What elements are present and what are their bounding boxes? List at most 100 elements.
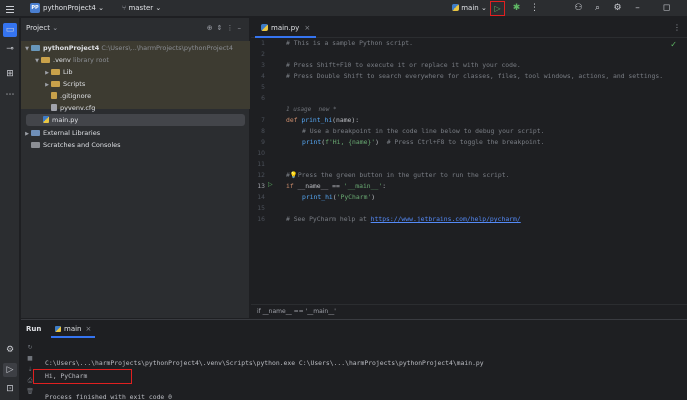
chevron-down-icon[interactable]: ⌄ [52, 24, 58, 32]
more-actions-icon[interactable]: ⋮ [527, 1, 542, 16]
debug-icon[interactable]: ✱ [509, 1, 524, 16]
rerun-icon[interactable]: ↻ [24, 342, 36, 353]
folder-icon [51, 69, 60, 75]
branch-name: master [128, 4, 154, 12]
folder-icon [31, 45, 40, 51]
console-line-exit: Process finished with exit code 0 [45, 393, 172, 400]
stop-icon[interactable]: ■ [24, 353, 36, 364]
run-config-name: main [461, 4, 479, 12]
line-number: 2 [261, 51, 265, 58]
console-line-command: C:\Users\...\harmProjects\pythonProject4… [45, 359, 484, 367]
config-file-icon [51, 104, 57, 111]
chevron-down-icon: ⌄ [155, 4, 162, 12]
folder-icon [41, 57, 50, 63]
tab-main-py[interactable]: main.py × [255, 18, 317, 38]
run-tool-icon[interactable]: ▷ [3, 363, 17, 377]
python-icon [452, 4, 459, 11]
terminal-icon[interactable]: ⊡ [3, 382, 17, 396]
code-text: (name): [332, 116, 360, 124]
tree-item-scratches[interactable]: Scratches and Consoles [23, 139, 248, 151]
line-number: 13 [257, 183, 265, 190]
comment: # See PyCharm help at [286, 215, 371, 223]
keyword: if [286, 182, 298, 190]
python-file-icon [43, 116, 49, 123]
project-path: C:\Users\...\harmProjects\pythonProject4 [101, 44, 233, 52]
tree-item-scripts[interactable]: ▶ Scripts [43, 78, 268, 90]
line-number: 14 [257, 194, 265, 201]
code-line-3: # Press Shift+F10 to execute it or repla… [286, 61, 521, 69]
code-text: ) [375, 138, 387, 146]
code-line-13: if __name__ == '__main__': [286, 181, 386, 192]
string-literal: '__main__' [343, 182, 383, 190]
output-highlight-box [33, 369, 132, 384]
tree-item-gitignore[interactable]: .gitignore [51, 90, 276, 102]
branch-icon: ⑂ [122, 4, 127, 12]
more-tools-icon[interactable]: ⋯ [3, 88, 17, 102]
tree-item-venv[interactable]: ▼ .venv library root [33, 54, 258, 66]
options-icon[interactable]: ⋮ [227, 24, 238, 32]
title-bar: PP pythonProject4 ⌄ ⑂ master ⌄ main ⌄ ▷ ✱… [0, 0, 687, 17]
python-icon [55, 326, 61, 332]
string-literal: f'Hi, {name}' [325, 138, 376, 146]
maximize-icon[interactable]: ◻ [659, 1, 674, 16]
main-menu-button[interactable] [6, 0, 16, 17]
line-number: 16 [257, 216, 265, 223]
python-packages-icon[interactable]: ⚙ [3, 343, 17, 357]
line-number: 11 [257, 161, 265, 168]
lightbulb-icon[interactable]: 💡 [290, 171, 298, 179]
line-number: 8 [261, 128, 265, 135]
close-icon[interactable]: × [86, 325, 92, 333]
settings-gear-icon[interactable]: ⚙ [610, 1, 625, 16]
search-icon[interactable]: ⌕ [590, 1, 605, 16]
tree-item-external-libraries[interactable]: ▶ External Libraries [23, 127, 248, 139]
code-line-16: # See PyCharm help at https://www.jetbra… [286, 214, 521, 225]
keyword: def [286, 116, 302, 124]
help-link[interactable]: https://www.jetbrains.com/help/pycharm/ [371, 215, 521, 223]
tab-label: main.py [271, 24, 300, 32]
run-button[interactable]: ▷ [490, 1, 505, 16]
run-config-selector[interactable]: main ⌄ [452, 0, 487, 17]
project-panel-header: Project ⌄ ⊕⇕⋮– [21, 18, 250, 39]
project-name: pythonProject4 [43, 4, 96, 12]
tree-item-lib[interactable]: ▶ Lib [43, 66, 268, 78]
commit-tool-icon[interactable]: ⊸ [3, 42, 17, 56]
chevron-down-icon[interactable]: ▼ [33, 55, 41, 67]
left-tool-strip: ▭ ⊸ ⊞ ⋯ ⚙ ▷ ⊡ ⓘ [0, 18, 20, 400]
project-panel-title[interactable]: Project [26, 24, 50, 32]
minimize-icon[interactable]: – [630, 1, 645, 16]
line-number: 7 [261, 117, 265, 124]
locate-icon[interactable]: ⊕ [207, 24, 217, 32]
add-user-icon[interactable]: ⚇ [571, 1, 586, 16]
code-line-8: # Use a breakpoint in the code line belo… [302, 127, 545, 135]
delete-icon[interactable]: 🗑 [24, 386, 36, 397]
tree-item-pyvenv-cfg[interactable]: pyvenv.cfg [51, 102, 276, 114]
line-number: 12 [257, 172, 265, 179]
code-line-1: # This is a sample Python script. [286, 39, 413, 47]
line-number: 10 [257, 150, 265, 157]
collapse-icon[interactable]: ⇕ [217, 24, 227, 32]
code-line-14: print_hi('PyCharm') [302, 192, 375, 203]
branch-selector[interactable]: ⑂ master ⌄ [122, 0, 161, 17]
close-icon[interactable]: × [304, 24, 310, 32]
chevron-right-icon[interactable]: ▶ [43, 79, 51, 91]
line-number: 3 [261, 62, 265, 69]
run-tab-main[interactable]: main × [51, 320, 96, 338]
project-selector[interactable]: PP pythonProject4 ⌄ [30, 0, 104, 17]
code-area[interactable]: # This is a sample Python script. # Pres… [286, 38, 686, 300]
tree-item-main-py[interactable]: main.py [26, 114, 245, 126]
editor-options-icon[interactable]: ⋮ [673, 18, 681, 38]
structure-tool-icon[interactable]: ⊞ [3, 67, 17, 81]
function-name: print [302, 138, 322, 146]
line-gutter[interactable]: 1 2 3 4 5 6 7 8 9 10 11 12 13 14 15 16 ▷ [251, 38, 285, 300]
chevron-down-icon[interactable]: ▼ [23, 43, 31, 55]
breadcrumb[interactable]: if __name__ == '__main__' [251, 304, 687, 318]
gutter-run-icon[interactable]: ▷ [268, 181, 273, 188]
line-number: 6 [261, 95, 265, 102]
tree-item-project-root[interactable]: ▼ pythonProject4 C:\Users\...\harmProject… [23, 42, 248, 54]
project-tool-icon[interactable]: ▭ [3, 23, 17, 37]
code-text: : [382, 182, 387, 190]
usage-hint[interactable]: 1 usage new * [286, 104, 337, 115]
run-tab-label: main [64, 325, 82, 333]
library-icon [31, 130, 40, 136]
hide-icon[interactable]: – [238, 24, 246, 32]
